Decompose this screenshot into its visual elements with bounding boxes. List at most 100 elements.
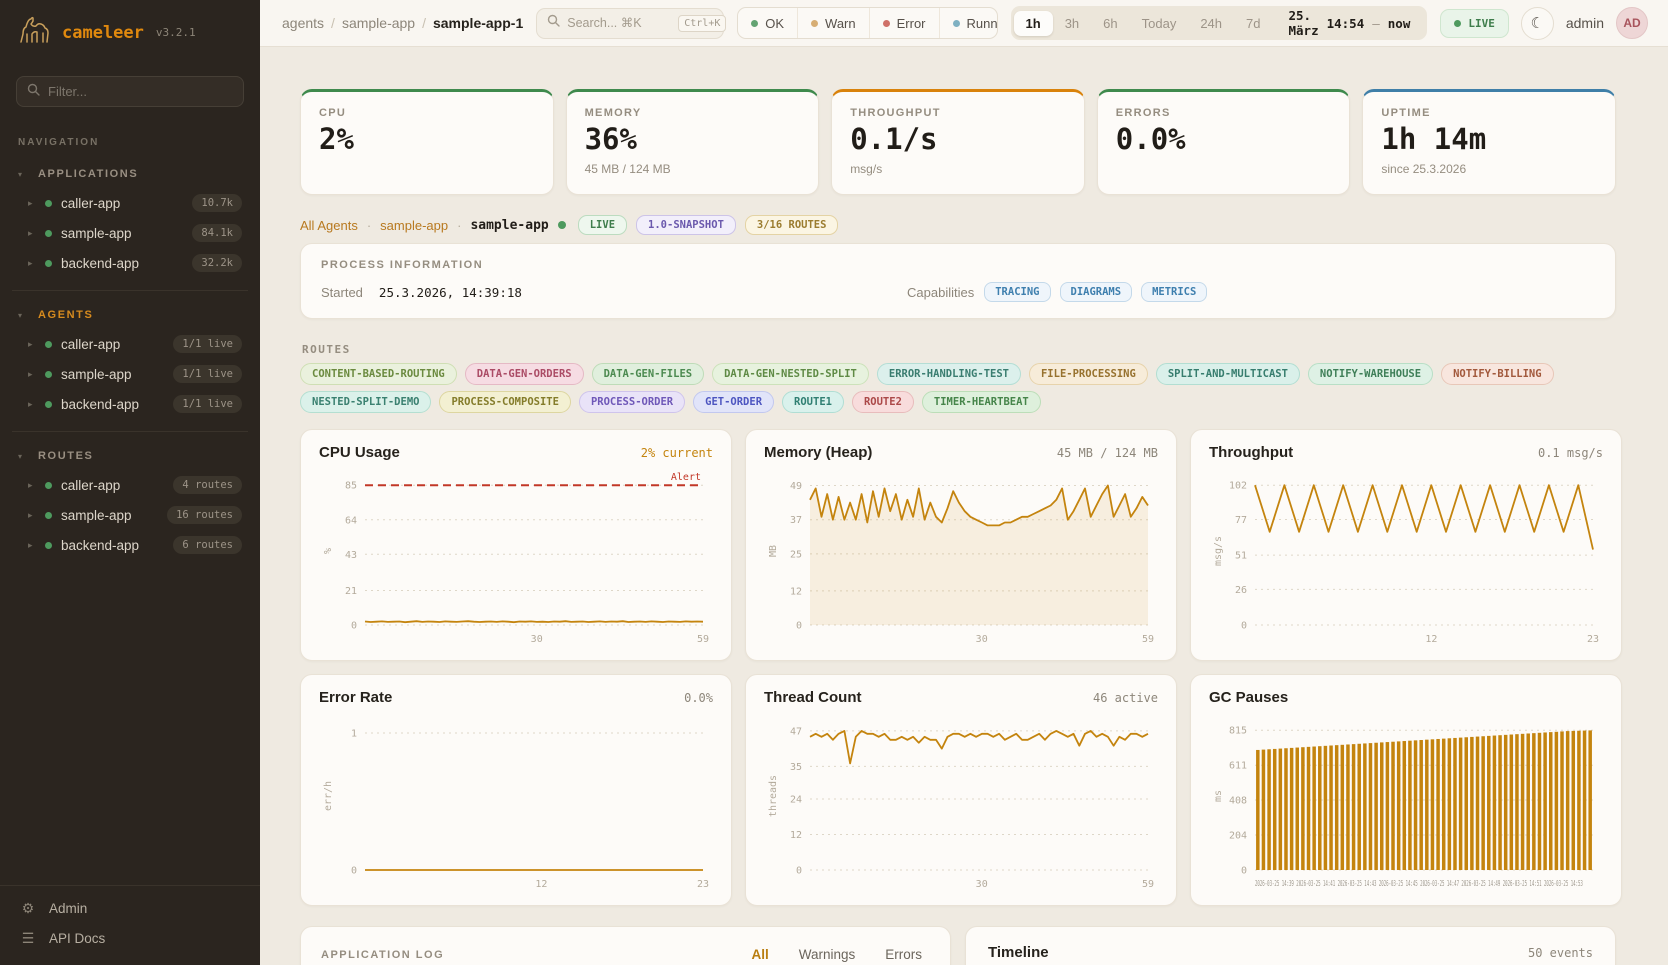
- sidebar-section-header-agents[interactable]: ▾AGENTS: [12, 307, 248, 329]
- sidebar-item-routes-backend-app[interactable]: ▸backend-app6 routes: [12, 530, 248, 560]
- svg-text:35: 35: [790, 762, 802, 773]
- sidebar-item-badge: 1/1 live: [173, 395, 242, 413]
- theme-toggle[interactable]: ☾: [1521, 7, 1554, 40]
- status-dot: [45, 260, 52, 267]
- sidebar-section-agents: ▾AGENTS▸caller-app1/1 live▸sample-app1/1…: [12, 290, 248, 419]
- route-chip-content-based-routing[interactable]: CONTENT-BASED-ROUTING: [300, 363, 457, 385]
- chart-title: Error Rate: [319, 689, 392, 706]
- camel-logo-icon: [18, 15, 52, 50]
- route-chip-file-processing[interactable]: FILE-PROCESSING: [1029, 363, 1148, 385]
- route-chip-route1[interactable]: ROUTE1: [782, 391, 844, 413]
- app-version: v3.2.1: [156, 26, 196, 39]
- route-chip-data-gen-nested-split[interactable]: DATA-GEN-NESTED-SPLIT: [712, 363, 869, 385]
- sidebar-footer-label: Admin: [49, 901, 87, 916]
- svg-text:threads: threads: [768, 775, 779, 817]
- sidebar-item-applications-caller-app[interactable]: ▸caller-app10.7k: [12, 188, 248, 218]
- route-chip-route2[interactable]: ROUTE2: [852, 391, 914, 413]
- time-range-1h[interactable]: 1h: [1014, 11, 1053, 36]
- sidebar-section-header-applications[interactable]: ▾APPLICATIONS: [12, 166, 248, 188]
- sidebar-footer-admin[interactable]: ⚙Admin: [20, 900, 240, 917]
- time-range-24h[interactable]: 24h: [1188, 11, 1234, 36]
- svg-text:12: 12: [1425, 634, 1437, 645]
- chart-title: GC Pauses: [1209, 689, 1288, 706]
- started-value: 25.3.2026, 14:39:18: [379, 285, 522, 300]
- chart-plot: 493725120MB3059: [764, 463, 1158, 647]
- sidebar-item-badge: 32.2k: [192, 254, 242, 272]
- menu-icon: ☰: [20, 930, 36, 947]
- route-chip-process-order[interactable]: PROCESS-ORDER: [579, 391, 685, 413]
- sidebar-section-applications: ▾APPLICATIONS▸caller-app10.7k▸sample-app…: [12, 156, 248, 278]
- route-chip-nested-split-demo[interactable]: NESTED-SPLIT-DEMO: [300, 391, 431, 413]
- status-dot: [45, 482, 52, 489]
- sidebar-item-applications-backend-app[interactable]: ▸backend-app32.2k: [12, 248, 248, 278]
- date-range-display[interactable]: 25. März 14:54 — now: [1273, 8, 1425, 38]
- status-filter-running[interactable]: Running: [940, 8, 998, 38]
- sidebar-item-label: caller-app: [61, 337, 164, 352]
- timeline-card: Timeline 50 events: [965, 926, 1616, 965]
- svg-text:51: 51: [1235, 551, 1247, 562]
- sidebar-item-applications-sample-app[interactable]: ▸sample-app84.1k: [12, 218, 248, 248]
- sidebar-footer-api-docs[interactable]: ☰API Docs: [20, 930, 240, 947]
- route-chip-error-handling-test[interactable]: ERROR-HANDLING-TEST: [877, 363, 1021, 385]
- chart-plot: 10err/h1223: [319, 708, 713, 892]
- breadcrumb-separator: /: [331, 15, 335, 31]
- route-chip-notify-warehouse[interactable]: NOTIFY-WAREHOUSE: [1308, 363, 1433, 385]
- status-filter-ok[interactable]: OK: [738, 8, 798, 38]
- route-chip-data-gen-files[interactable]: DATA-GEN-FILES: [592, 363, 705, 385]
- kpi-value: 0.0%: [1116, 125, 1332, 154]
- time-range-3h[interactable]: 3h: [1053, 11, 1091, 36]
- svg-text:0: 0: [351, 866, 357, 877]
- time-range-7d[interactable]: 7d: [1234, 11, 1272, 36]
- sidebar-item-routes-caller-app[interactable]: ▸caller-app4 routes: [12, 470, 248, 500]
- search-input[interactable]: [567, 16, 671, 30]
- log-tabs: All Warnings Errors: [749, 947, 930, 965]
- route-chip-get-order[interactable]: GET-ORDER: [693, 391, 774, 413]
- route-chip-split-and-multicast[interactable]: SPLIT-AND-MULTICAST: [1156, 363, 1300, 385]
- app-logo[interactable]: cameleer v3.2.1: [0, 0, 260, 62]
- log-tab-warnings[interactable]: Warnings: [797, 947, 858, 965]
- status-filter-warn[interactable]: Warn: [798, 8, 870, 38]
- time-range-6h[interactable]: 6h: [1091, 11, 1129, 36]
- status-filter-error[interactable]: Error: [870, 8, 940, 38]
- log-tab-all[interactable]: All: [749, 947, 770, 965]
- sidebar-section-header-routes[interactable]: ▾ROUTES: [12, 448, 248, 470]
- agent-badge-live: LIVE: [578, 215, 627, 235]
- all-agents-link[interactable]: All Agents: [300, 218, 358, 233]
- kpi-label: THROUGHPUT: [850, 107, 1066, 119]
- routes-section-label: ROUTES: [302, 343, 1616, 356]
- capability-badge-metrics: METRICS: [1141, 282, 1207, 302]
- status-filter-label: OK: [765, 16, 784, 31]
- svg-text:msg/s: msg/s: [1213, 536, 1224, 566]
- agent-badges: LIVE1.0-SNAPSHOT3/16 ROUTES: [578, 215, 839, 235]
- sidebar-nav: ▾APPLICATIONS▸caller-app10.7k▸sample-app…: [0, 152, 260, 560]
- route-chip-notify-billing[interactable]: NOTIFY-BILLING: [1441, 363, 1554, 385]
- svg-text:12: 12: [535, 879, 547, 890]
- avatar[interactable]: AD: [1616, 7, 1648, 39]
- process-information-title: PROCESS INFORMATION: [321, 259, 1595, 271]
- filter-input[interactable]: [48, 84, 208, 99]
- time-range-today[interactable]: Today: [1130, 11, 1189, 36]
- status-dot: [45, 401, 52, 408]
- kpi-row: CPU2%MEMORY36%45 MB / 124 MBTHROUGHPUT0.…: [300, 89, 1616, 195]
- caret-right-icon: ▸: [28, 510, 36, 521]
- kpi-card-cpu: CPU2%: [300, 89, 554, 195]
- live-toggle[interactable]: LIVE: [1440, 9, 1509, 38]
- route-chip-process-composite[interactable]: PROCESS-COMPOSITE: [439, 391, 570, 413]
- route-chip-data-gen-orders[interactable]: DATA-GEN-ORDERS: [465, 363, 584, 385]
- log-tab-errors[interactable]: Errors: [883, 947, 924, 965]
- breadcrumb-agents[interactable]: agents: [282, 15, 324, 31]
- kpi-label: UPTIME: [1381, 107, 1597, 119]
- sidebar-item-agents-sample-app[interactable]: ▸sample-app1/1 live: [12, 359, 248, 389]
- live-label: LIVE: [1468, 17, 1495, 30]
- breadcrumb-sample-app[interactable]: sample-app: [342, 15, 415, 31]
- svg-text:24: 24: [790, 794, 802, 805]
- sidebar-item-agents-caller-app[interactable]: ▸caller-app1/1 live: [12, 329, 248, 359]
- svg-text:43: 43: [345, 550, 357, 561]
- sidebar-item-agents-backend-app[interactable]: ▸backend-app1/1 live: [12, 389, 248, 419]
- sidebar-item-routes-sample-app[interactable]: ▸sample-app16 routes: [12, 500, 248, 530]
- agent-app-link[interactable]: sample-app: [380, 218, 448, 233]
- route-chip-timer-heartbeat[interactable]: TIMER-HEARTBEAT: [922, 391, 1041, 413]
- sidebar-filter[interactable]: [16, 76, 244, 107]
- global-search[interactable]: Ctrl+K: [536, 8, 724, 39]
- agent-current: sample-app: [470, 218, 548, 233]
